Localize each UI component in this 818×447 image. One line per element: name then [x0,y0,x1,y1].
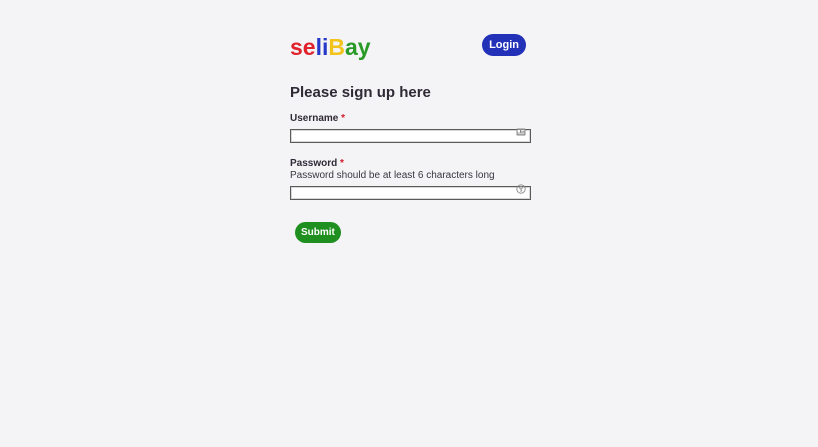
logo-letter: y [357,34,371,60]
required-asterisk: * [340,158,344,169]
contact-card-icon[interactable] [516,127,526,137]
selibay-logo[interactable]: seliBay [290,32,371,62]
page-title: Please sign up here [290,84,431,101]
logo-letter: s [290,34,303,60]
logo-letter: B [328,34,345,60]
username-label: Username * [290,113,532,125]
password-input[interactable] [290,185,531,200]
password-hint: Password should be at least 6 characters… [290,170,495,181]
password-field-group: Password * Password should be at least 6… [290,158,532,200]
logo-letter: e [302,34,316,60]
required-asterisk: * [341,113,346,124]
password-label: Password * [290,158,532,170]
username-label-text: Username [290,113,339,124]
header: seliBay Login [290,30,526,64]
signup-page: seliBay Login Please sign up here Userna… [0,0,818,447]
login-button[interactable]: Login [482,34,526,56]
password-label-text: Password [290,158,338,169]
username-input[interactable] [290,128,531,143]
username-input-wrapper [290,125,531,143]
key-icon[interactable] [516,184,526,194]
submit-button[interactable]: Submit [295,222,341,243]
logo-letter: a [345,34,358,60]
password-input-wrapper [290,182,531,200]
username-field-group: Username * [290,113,532,143]
